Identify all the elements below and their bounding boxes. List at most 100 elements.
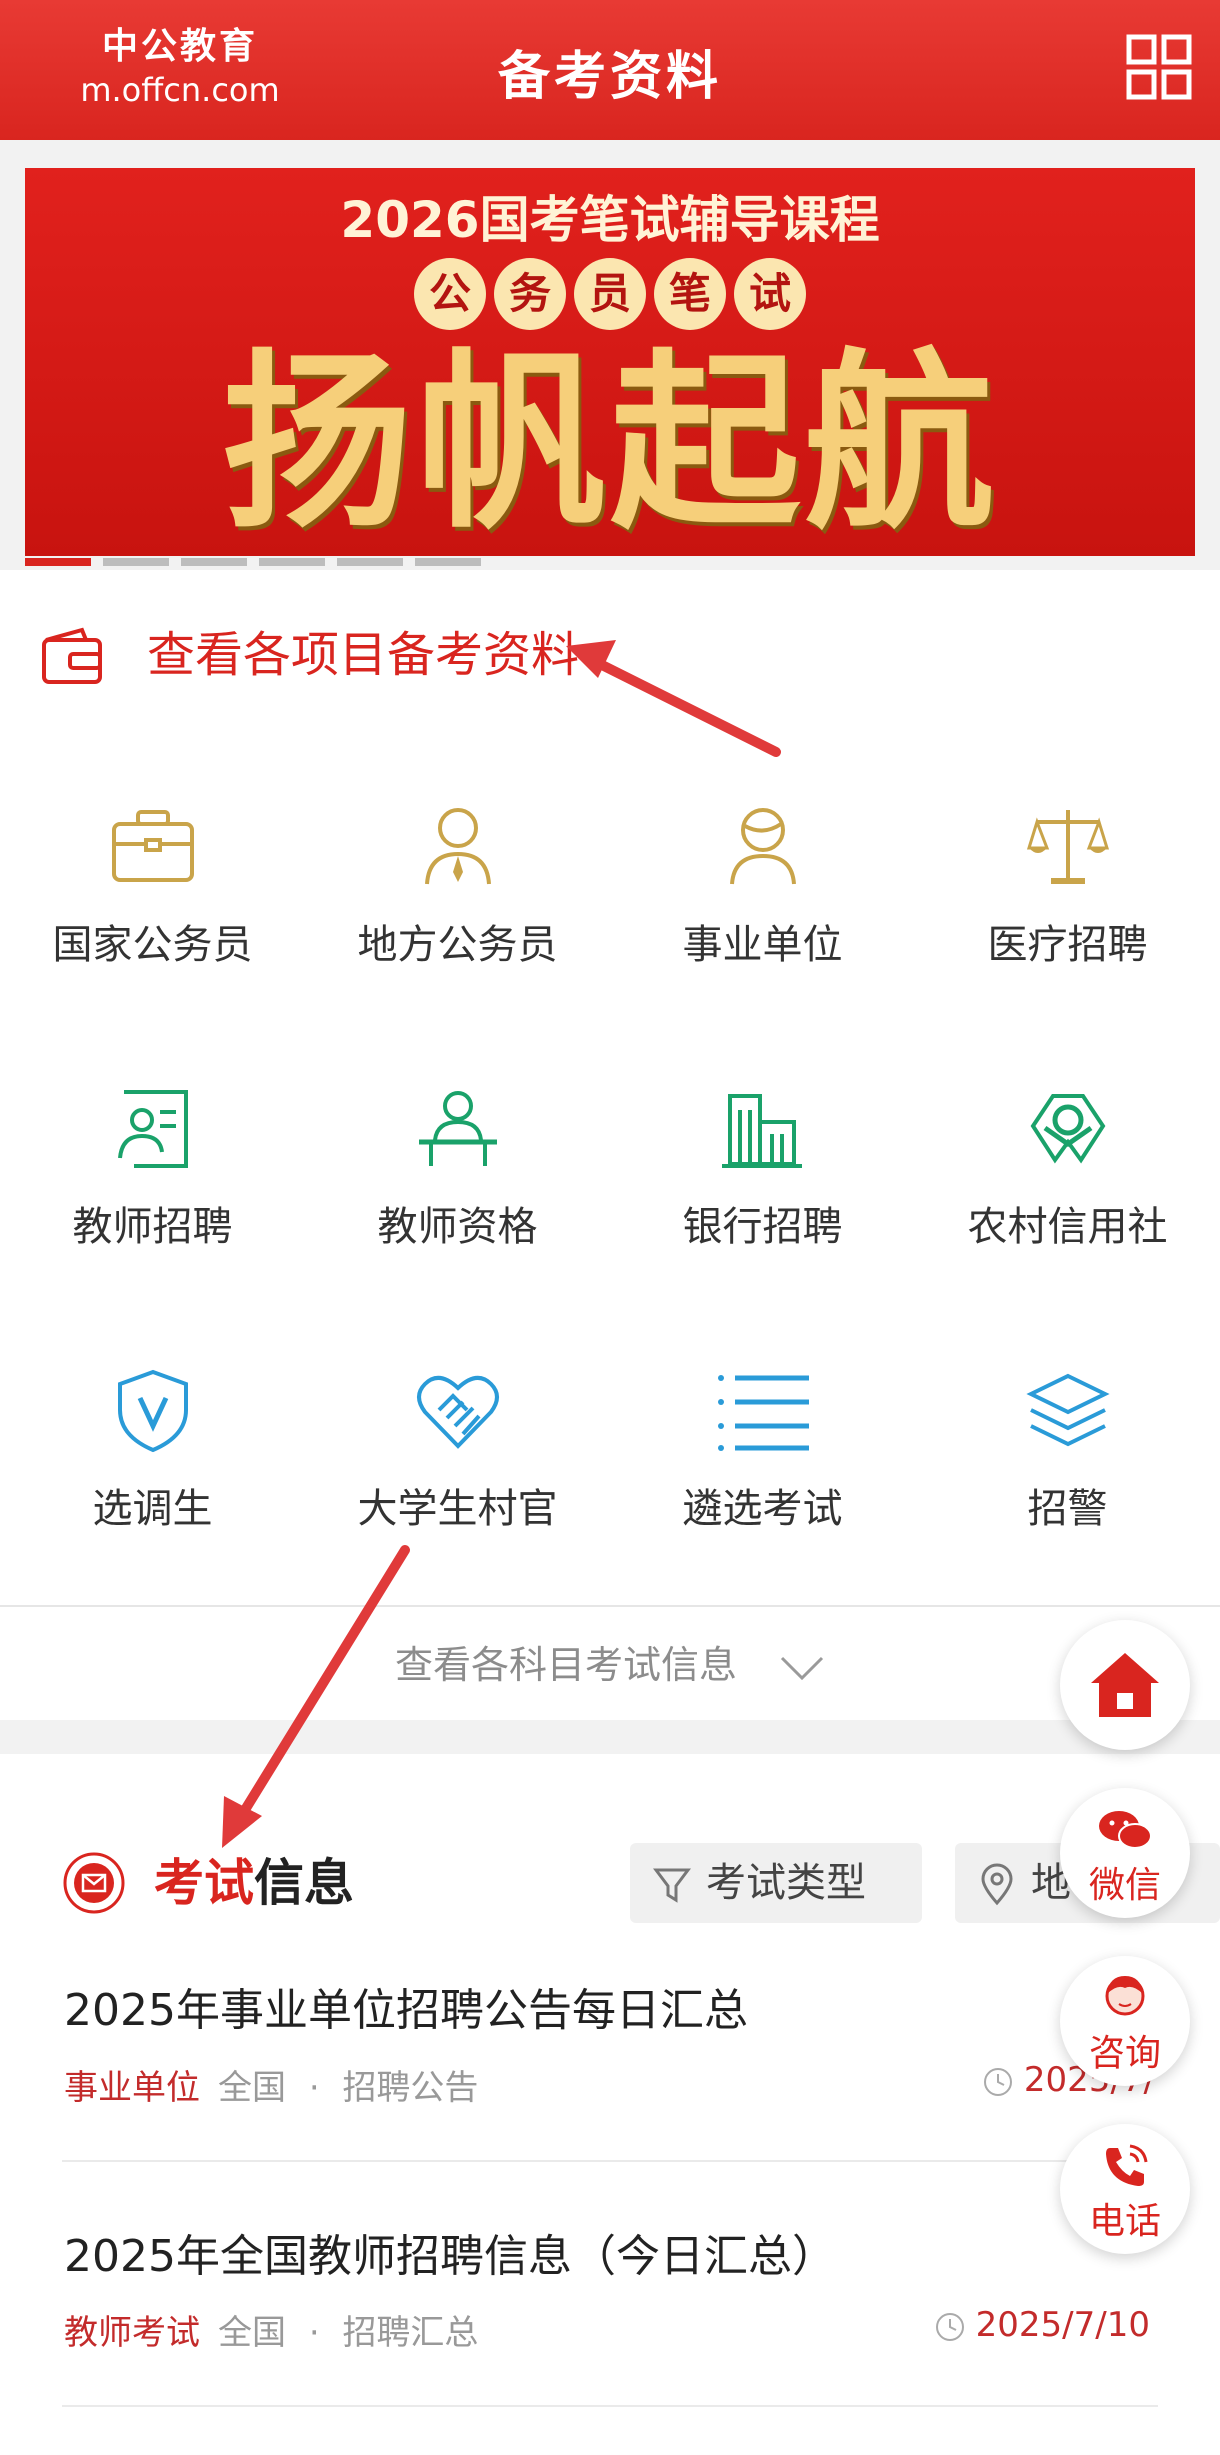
app-header: 中公教育 m.offcn.com 备考资料 [0, 0, 1220, 140]
scale-icon [1026, 810, 1109, 884]
category-item[interactable]: 招警 [915, 1364, 1220, 1584]
carousel-dot[interactable] [103, 558, 169, 566]
category-item[interactable]: 农村信用社 [915, 1082, 1220, 1302]
banner-badges: 公务员笔试 [25, 258, 1195, 330]
consult-label: 咨询 [1088, 2033, 1161, 2074]
banner-badge: 笔 [654, 258, 726, 330]
credit-union-logo-icon [1030, 1094, 1105, 1164]
news-item-tag: 事业单位 [64, 2068, 200, 2108]
news-item-tag: 教师考试 [64, 2313, 200, 2353]
category-item[interactable]: 国家公务员 [0, 800, 305, 1020]
promo-link-text: 查看各项目备考资料 [147, 627, 580, 683]
layers-icon [1025, 1373, 1110, 1447]
phone-label: 电话 [1088, 2201, 1161, 2242]
list-icon [717, 1375, 809, 1451]
person-icon [729, 808, 796, 885]
exam-info-heading: 考试信息 [62, 1848, 354, 1918]
category-item[interactable]: 教师资格 [305, 1082, 610, 1302]
meta-separator: · [308, 2313, 320, 2353]
heading-red: 考试 [154, 1854, 254, 1912]
handshake-heart-icon [416, 1376, 499, 1449]
meta-separator: · [308, 2068, 320, 2108]
category-label: 事业单位 [682, 922, 843, 968]
category-label: 教师资格 [377, 1204, 538, 1250]
category-item[interactable]: 地方公务员 [305, 800, 610, 1020]
banner-slogan: 扬帆起航 [221, 331, 998, 554]
category-label: 大学生村官 [357, 1486, 558, 1532]
banner-headline: 2026国考笔试辅导课程 [340, 191, 880, 249]
page-title: 备考资料 [497, 47, 722, 107]
heading-black: 信息 [254, 1854, 354, 1912]
clock-icon [935, 2312, 964, 2341]
exam-type-filter[interactable]: 考试类型 [630, 1843, 922, 1923]
news-item-meta: 事业单位 全国 · 招聘公告 [64, 2060, 478, 2109]
category-item[interactable]: 遴选考试 [610, 1364, 915, 1584]
person-tie-icon [424, 808, 491, 885]
category-item[interactable]: 银行招聘 [610, 1082, 915, 1302]
shield-v-icon [117, 1369, 188, 1453]
grid-menu-icon[interactable] [1126, 34, 1192, 100]
phone-icon [1106, 2144, 1148, 2186]
category-item[interactable]: 选调生 [0, 1364, 305, 1584]
category-label: 医疗招聘 [987, 922, 1148, 968]
section-gap [0, 1722, 1220, 1754]
category-item[interactable]: 事业单位 [610, 800, 915, 1020]
category-item[interactable]: 教师招聘 [0, 1082, 305, 1302]
briefcase-icon [111, 810, 194, 882]
carousel-dot[interactable] [415, 558, 481, 566]
news-item-title[interactable]: 2025年全国教师招聘信息（今日汇总） [64, 2220, 836, 2284]
carousel-dot[interactable] [337, 558, 403, 566]
banner-badge: 公 [414, 258, 486, 330]
promo-banner[interactable]: 2026国考笔试辅导课程 公务员笔试 扬帆起航 [25, 168, 1195, 556]
carousel-dot[interactable] [259, 558, 325, 566]
id-card-icon [117, 1090, 188, 1168]
news-item-region: 全国 [218, 2313, 286, 2353]
category-label: 银行招聘 [682, 1204, 843, 1250]
divider [62, 2160, 1158, 2162]
customer-service-icon [1105, 1976, 1145, 2016]
bank-building-icon [721, 1094, 802, 1168]
exam-type-label: 考试类型 [706, 1860, 866, 1906]
expand-subjects-button[interactable]: 查看各科目考试信息 [0, 1620, 1220, 1710]
carousel-dot[interactable] [181, 558, 247, 566]
location-pin-icon [981, 1863, 1013, 1906]
news-item-category: 招聘公告 [342, 2068, 479, 2108]
news-item-date: 2025/7/10 [934, 2305, 1150, 2345]
category-item[interactable]: 大学生村官 [305, 1364, 610, 1584]
wechat-float-button[interactable]: 微信 [1060, 1788, 1190, 1918]
consult-float-button[interactable]: 咨询 [1060, 1956, 1190, 2086]
wechat-icon [1099, 1811, 1152, 1849]
divider [0, 1605, 1220, 1607]
mail-icon [63, 1852, 125, 1914]
wallet-icon [42, 627, 102, 684]
news-item-meta: 教师考试 全国 · 招聘汇总 [64, 2305, 478, 2354]
clock-icon [983, 2067, 1012, 2096]
teacher-desk-icon [418, 1091, 497, 1166]
phone-float-button[interactable]: 电话 [1060, 2124, 1190, 2254]
category-label: 遴选考试 [682, 1486, 843, 1532]
banner-badge: 务 [494, 258, 566, 330]
news-item-date-text: 2025/7/10 [975, 2305, 1150, 2345]
category-label: 地方公务员 [357, 922, 558, 968]
news-item-title[interactable]: 2025年事业单位招聘公告每日汇总 [64, 1974, 748, 2038]
divider [62, 2405, 1158, 2407]
news-item-category: 招聘汇总 [342, 2313, 479, 2353]
promo-link[interactable]: 查看各项目备考资料 [40, 620, 740, 690]
wechat-label: 微信 [1088, 1865, 1161, 1906]
banner-badge: 员 [574, 258, 646, 330]
news-item-region: 全国 [218, 2068, 286, 2108]
carousel-dot[interactable] [25, 558, 91, 566]
carousel-dots [25, 558, 493, 566]
home-icon [1091, 1653, 1159, 1717]
expand-subjects-label: 查看各科目考试信息 [394, 1643, 737, 1687]
category-label: 国家公务员 [52, 922, 253, 968]
funnel-icon [653, 1868, 691, 1903]
banner-badge: 试 [734, 258, 806, 330]
home-float-button[interactable] [1060, 1620, 1190, 1750]
chevron-down-icon [780, 1656, 824, 1680]
category-label: 选调生 [92, 1486, 213, 1532]
category-label: 教师招聘 [72, 1204, 233, 1250]
category-label: 招警 [1027, 1486, 1108, 1532]
category-item[interactable]: 医疗招聘 [915, 800, 1220, 1020]
category-label: 农村信用社 [967, 1204, 1168, 1250]
